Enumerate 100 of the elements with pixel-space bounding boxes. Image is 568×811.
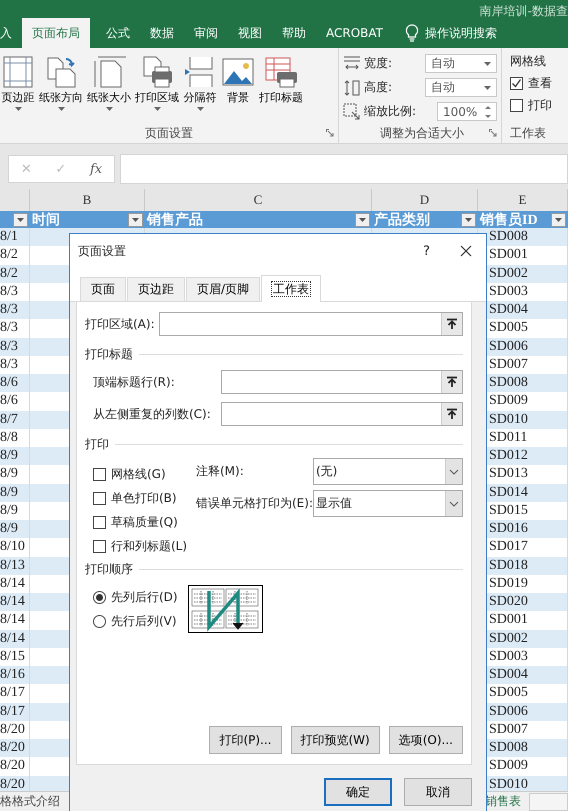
- checkbox[interactable]: 单色打印(B): [93, 490, 196, 507]
- chevron-down-icon: [449, 468, 459, 474]
- table-cell: SD016: [489, 521, 528, 536]
- table-cell: 8/13: [0, 558, 25, 572]
- dialog-button[interactable]: 打印(P)...: [209, 726, 282, 754]
- ribbon-tab[interactable]: 帮助: [274, 18, 314, 48]
- filter-dropdown-button[interactable]: [461, 212, 476, 226]
- table-cell: 8/17: [0, 704, 25, 718]
- ribbon-tab[interactable]: 视图: [230, 18, 270, 48]
- tell-me-search[interactable]: 操作说明搜索: [425, 24, 497, 42]
- table-cell: SD019: [489, 576, 528, 591]
- up-arrow-icon: [446, 408, 458, 420]
- table-cell: 8/9: [0, 521, 18, 536]
- ribbon-button[interactable]: 背景: [220, 53, 256, 123]
- caret-icon: [58, 107, 64, 111]
- ribbon-tab[interactable]: 审阅: [186, 18, 226, 48]
- height-icon: [343, 78, 361, 96]
- table-cell: SD003: [489, 284, 528, 299]
- table-cell: SD009: [489, 758, 528, 774]
- table-cell: 8/8: [0, 430, 18, 445]
- dropdown-field[interactable]: 显示值: [313, 490, 463, 517]
- dialog-tab[interactable]: 工作表: [261, 275, 322, 302]
- dialog-launcher-icon[interactable]: [326, 129, 334, 137]
- field-label: 高度:: [364, 79, 392, 96]
- dialog-tab[interactable]: 页面: [80, 277, 126, 301]
- table-cell: SD014: [489, 484, 528, 500]
- reference-field[interactable]: [221, 402, 463, 426]
- radio-button[interactable]: 先列后行(D): [93, 588, 178, 606]
- caret-icon: [484, 62, 491, 66]
- dialog-tab[interactable]: 页边距: [127, 277, 185, 301]
- checkbox[interactable]: 网格线(G): [93, 466, 196, 483]
- checkbox[interactable]: 查看: [510, 75, 568, 92]
- caret-icon: [555, 218, 562, 222]
- table-cell: 8/14: [0, 594, 25, 609]
- field-label: 从左侧重复的列数(C):: [93, 406, 212, 422]
- caret-icon: [196, 107, 204, 111]
- help-button[interactable]: ?: [423, 244, 430, 258]
- table-cell: SD002: [489, 266, 528, 280]
- table-cell: 8/3: [0, 302, 18, 317]
- field-label: 打印区域(A):: [85, 316, 155, 332]
- sheet-tab[interactable]: 格格式介绍: [0, 793, 60, 810]
- table-cell: SD001: [489, 612, 528, 628]
- checkbox[interactable]: 行和列标题(L): [93, 538, 196, 555]
- ribbon-tab[interactable]: 页面布局: [22, 18, 90, 48]
- ribbon-button[interactable]: 纸张大小: [86, 53, 132, 123]
- table-cell: 8/7: [0, 412, 18, 426]
- ribbon-tab[interactable]: 入: [0, 18, 14, 48]
- dialog-title: 页面设置: [78, 242, 126, 260]
- filter-dropdown-button[interactable]: [551, 212, 566, 226]
- caret-icon: [465, 218, 472, 222]
- dropdown-field[interactable]: (无): [313, 458, 463, 485]
- table-cell: SD010: [489, 412, 528, 426]
- dropdown-field[interactable]: 自动: [425, 78, 497, 97]
- ribbon-button[interactable]: 打印标题: [258, 53, 304, 123]
- filter-dropdown-button[interactable]: [355, 212, 370, 226]
- dialog-button[interactable]: 打印预览(W): [290, 726, 380, 754]
- ribbon-tab[interactable]: 数据: [142, 18, 182, 48]
- section-label: 打印: [85, 436, 109, 452]
- reference-field[interactable]: [221, 370, 463, 394]
- checkbox[interactable]: 打印: [510, 97, 568, 114]
- table-cell: SD020: [489, 594, 528, 609]
- table-cell: 8/3: [0, 284, 18, 299]
- table-cell: SD007: [489, 722, 528, 737]
- print-area-field[interactable]: [159, 312, 463, 336]
- filter-dropdown-button[interactable]: [13, 212, 28, 226]
- ribbon-button[interactable]: 纸张方向: [38, 53, 84, 123]
- dialog-button[interactable]: 选项(O)...: [388, 726, 463, 754]
- ribbon-tab[interactable]: 公式: [98, 18, 138, 48]
- table-cell: SD008: [489, 375, 528, 390]
- dropdown-field[interactable]: 自动: [425, 54, 497, 73]
- insert-function-button[interactable]: fx: [90, 162, 102, 176]
- table-printer-icon: [264, 55, 298, 89]
- page-size-icon: [92, 55, 126, 89]
- scale-spinner[interactable]: 100%: [437, 102, 497, 121]
- dialog-button[interactable]: 确定: [324, 778, 392, 806]
- ribbon-button[interactable]: 分隔符: [182, 53, 218, 123]
- ribbon-button[interactable]: 页边距: [0, 53, 36, 123]
- table-cell: SD001: [489, 247, 528, 262]
- dialog-button[interactable]: 取消: [404, 778, 472, 806]
- radio-button[interactable]: 先行后列(V): [93, 612, 178, 630]
- table-cell: SD017: [489, 539, 528, 554]
- table-cell: SD012: [489, 448, 528, 463]
- window-title: 南岸培训-数据查: [480, 4, 568, 18]
- table-header: 销售产品: [147, 211, 203, 228]
- filter-dropdown-button[interactable]: [128, 212, 143, 226]
- ribbon-button[interactable]: 打印区域: [134, 53, 180, 123]
- table-cell: 8/3: [0, 338, 18, 354]
- checkbox[interactable]: 草稿质量(Q): [93, 514, 196, 531]
- dialog-tab[interactable]: 页眉/页脚: [186, 277, 260, 301]
- field-label: 错误单元格打印为(E):: [196, 495, 313, 512]
- formula-input[interactable]: [120, 154, 568, 184]
- table-cell: 8/9: [0, 502, 18, 518]
- ribbon-tab[interactable]: ACROBAT: [318, 18, 391, 48]
- caret-icon: [17, 218, 24, 222]
- dialog-launcher-icon[interactable]: [489, 129, 497, 137]
- table-cell: 8/9: [0, 466, 18, 482]
- table-cell: 8/3: [0, 320, 18, 336]
- close-icon[interactable]: [460, 245, 472, 257]
- caret-icon: [484, 86, 491, 90]
- table-cell: 8/16: [0, 667, 25, 682]
